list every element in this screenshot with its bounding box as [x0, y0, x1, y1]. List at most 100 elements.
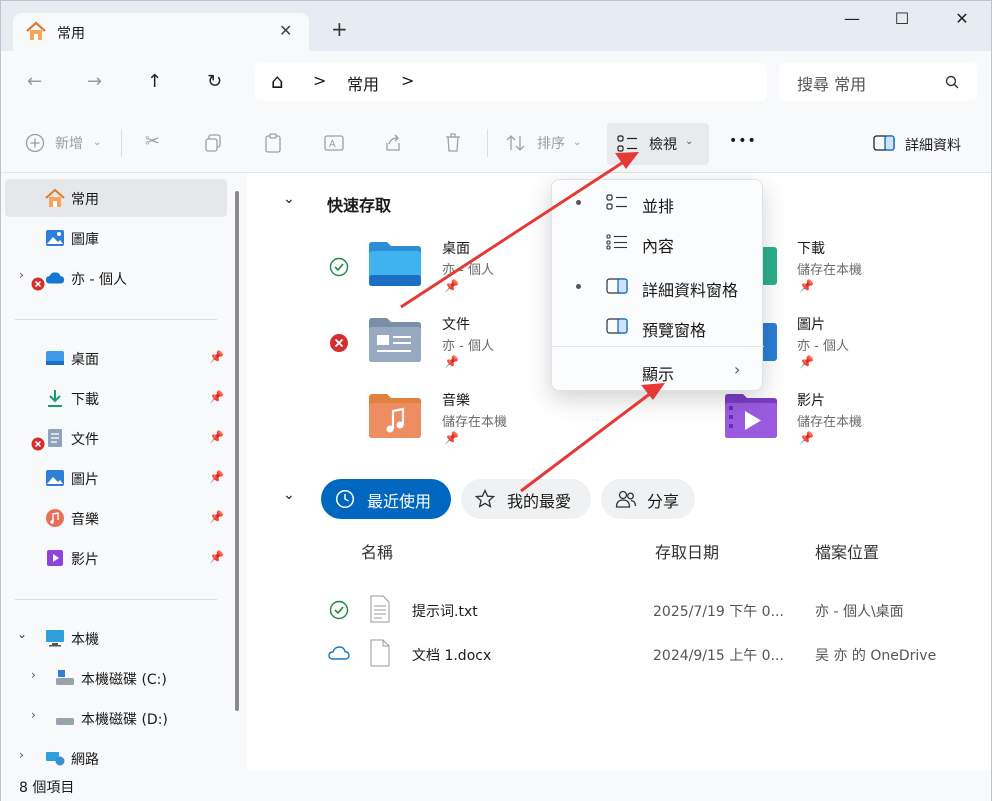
copy-icon[interactable]: [203, 133, 223, 153]
sidebar-item-downloads[interactable]: 下載 📌: [1, 379, 227, 417]
chevron-right-icon[interactable]: ›: [31, 708, 36, 722]
sidebar-item-label: 文件: [71, 432, 99, 448]
sidebar-item-this-pc[interactable]: ⌄ 本機: [1, 619, 227, 657]
tab-shared[interactable]: 分享: [601, 479, 695, 519]
sidebar-item-onedrive[interactable]: › 亦 - 個人: [1, 259, 227, 297]
tab-home[interactable]: 常用 ✕: [13, 13, 309, 51]
pin-icon[interactable]: 📌: [209, 430, 224, 444]
paste-icon[interactable]: [263, 132, 283, 154]
up-button[interactable]: ↑: [147, 71, 162, 92]
file-location: 吴 亦 的 OneDrive: [815, 648, 937, 664]
chevron-down-icon: ⌄: [685, 136, 694, 147]
pin-icon[interactable]: 📌: [209, 350, 224, 364]
tab-title: 常用: [57, 26, 85, 42]
column-header-name[interactable]: 名稱: [361, 539, 393, 563]
sidebar-item-music[interactable]: 音樂 📌: [1, 499, 227, 537]
document-icon: [48, 429, 62, 447]
file-date: 2024/9/15 上午 0...: [653, 648, 784, 664]
file-name: 文档 1.docx: [412, 648, 492, 664]
back-button[interactable]: ←: [27, 71, 42, 92]
chevron-right-icon[interactable]: ›: [19, 748, 24, 762]
sidebar-item-documents[interactable]: 文件 📌: [1, 419, 227, 457]
menu-item-details-pane[interactable]: 詳細資料窗格: [552, 266, 764, 306]
rename-icon[interactable]: A: [323, 133, 345, 153]
quick-access-location: 儲存在本機: [797, 415, 863, 430]
pin-icon[interactable]: 📌: [209, 510, 224, 524]
sort-button[interactable]: 排序: [537, 133, 565, 153]
sidebar-item-desktop[interactable]: 桌面 📌: [1, 339, 227, 377]
pin-icon[interactable]: 📌: [209, 390, 224, 404]
chevron-down-icon[interactable]: ⌄: [283, 487, 295, 503]
quick-access-name: 下載: [797, 241, 825, 257]
column-header-date[interactable]: 存取日期: [655, 539, 719, 563]
sidebar-item-gallery[interactable]: 圖庫: [1, 219, 227, 257]
menu-item-show[interactable]: 顯示 ›: [552, 350, 764, 390]
sidebar-item-label: 圖庫: [71, 232, 99, 248]
sidebar-item-label: 圖片: [71, 472, 99, 488]
quick-access-name: 圖片: [797, 317, 825, 333]
breadcrumb-separator[interactable]: >: [313, 71, 326, 90]
sidebar-scrollbar[interactable]: [235, 191, 239, 711]
new-tab-button[interactable]: +: [331, 19, 348, 39]
share-icon[interactable]: [383, 133, 403, 153]
download-icon: [48, 390, 62, 407]
new-button[interactable]: 新增: [55, 133, 83, 153]
menu-item-content[interactable]: 內容: [552, 222, 764, 262]
address-bar[interactable]: ⌂ > 常用 >: [255, 63, 767, 101]
menu-item-preview-pane[interactable]: 預覽窗格: [552, 306, 764, 346]
breadcrumb-home[interactable]: 常用: [347, 71, 379, 95]
search-box[interactable]: 搜尋 常用: [779, 63, 977, 101]
chevron-down-icon[interactable]: ⌄: [17, 627, 27, 641]
file-location: 亦 - 個人\桌面: [815, 604, 904, 620]
breadcrumb-separator[interactable]: >: [401, 71, 414, 90]
tab-recent[interactable]: 最近使用: [321, 479, 451, 519]
sidebar-item-drive-c[interactable]: › 本機磁碟 (C:): [1, 659, 227, 697]
menu-item-tiles[interactable]: 並排: [552, 182, 764, 222]
column-header-location[interactable]: 檔案位置: [815, 539, 879, 563]
sidebar-item-label: 影片: [71, 552, 99, 568]
file-explorer-window: 常用 ✕ + — ☐ ✕ ← → ↑ ↻ ⌂ > 常用 > 搜尋 常用 新增 ⌄…: [0, 0, 992, 801]
details-pane-icon: [606, 278, 628, 294]
chevron-right-icon[interactable]: ›: [31, 668, 36, 682]
music-folder-icon: [369, 394, 421, 438]
chevron-down-icon: ⌄: [93, 137, 102, 148]
menu-item-label: 內容: [642, 237, 675, 256]
desktop-folder-icon: [46, 351, 64, 365]
item-count: 8 個項目: [19, 780, 75, 796]
music-icon: [46, 509, 64, 527]
synced-status-icon: [329, 600, 349, 620]
toolbar-divider: [121, 129, 122, 157]
sidebar-item-label: 下載: [71, 392, 99, 408]
sidebar-item-pictures[interactable]: 圖片 📌: [1, 459, 227, 497]
address-row: ← → ↑ ↻ ⌂ > 常用 > 搜尋 常用: [1, 51, 991, 113]
tab-close-button[interactable]: ✕: [279, 21, 292, 40]
chevron-down-icon[interactable]: ⌄: [283, 191, 295, 207]
sidebar-item-home[interactable]: 常用: [5, 179, 227, 217]
quick-access-location: 亦 - 個人: [442, 263, 494, 278]
minimize-button[interactable]: —: [829, 9, 875, 33]
delete-icon[interactable]: [444, 133, 462, 153]
tab-favorites[interactable]: 我的最愛: [461, 479, 591, 519]
pin-icon: 📌: [799, 355, 814, 369]
more-options-button[interactable]: •••: [729, 133, 757, 149]
sidebar-item-drive-d[interactable]: › 本機磁碟 (D:): [1, 699, 227, 737]
tiles-view-icon: [606, 194, 627, 210]
synced-status-icon: [329, 257, 349, 277]
sidebar-item-label: 音樂: [71, 512, 99, 528]
sidebar-item-videos[interactable]: 影片 📌: [1, 539, 227, 577]
refresh-button[interactable]: ↻: [207, 71, 222, 92]
chevron-right-icon[interactable]: ›: [19, 268, 24, 282]
pin-icon[interactable]: 📌: [209, 550, 224, 564]
forward-button[interactable]: →: [87, 71, 102, 92]
details-button[interactable]: 詳細資料: [905, 135, 961, 155]
home-icon[interactable]: ⌂: [271, 69, 284, 93]
chevron-down-icon: ⌄: [573, 137, 582, 148]
cut-icon[interactable]: ✂: [145, 131, 160, 152]
pin-icon: 📌: [444, 355, 459, 369]
view-list-icon: [617, 135, 637, 152]
maximize-button[interactable]: ☐: [879, 9, 925, 33]
close-window-button[interactable]: ✕: [939, 9, 985, 33]
tab-label: 最近使用: [367, 492, 432, 511]
view-button[interactable]: 檢視 ⌄: [607, 123, 709, 165]
pin-icon[interactable]: 📌: [209, 470, 224, 484]
